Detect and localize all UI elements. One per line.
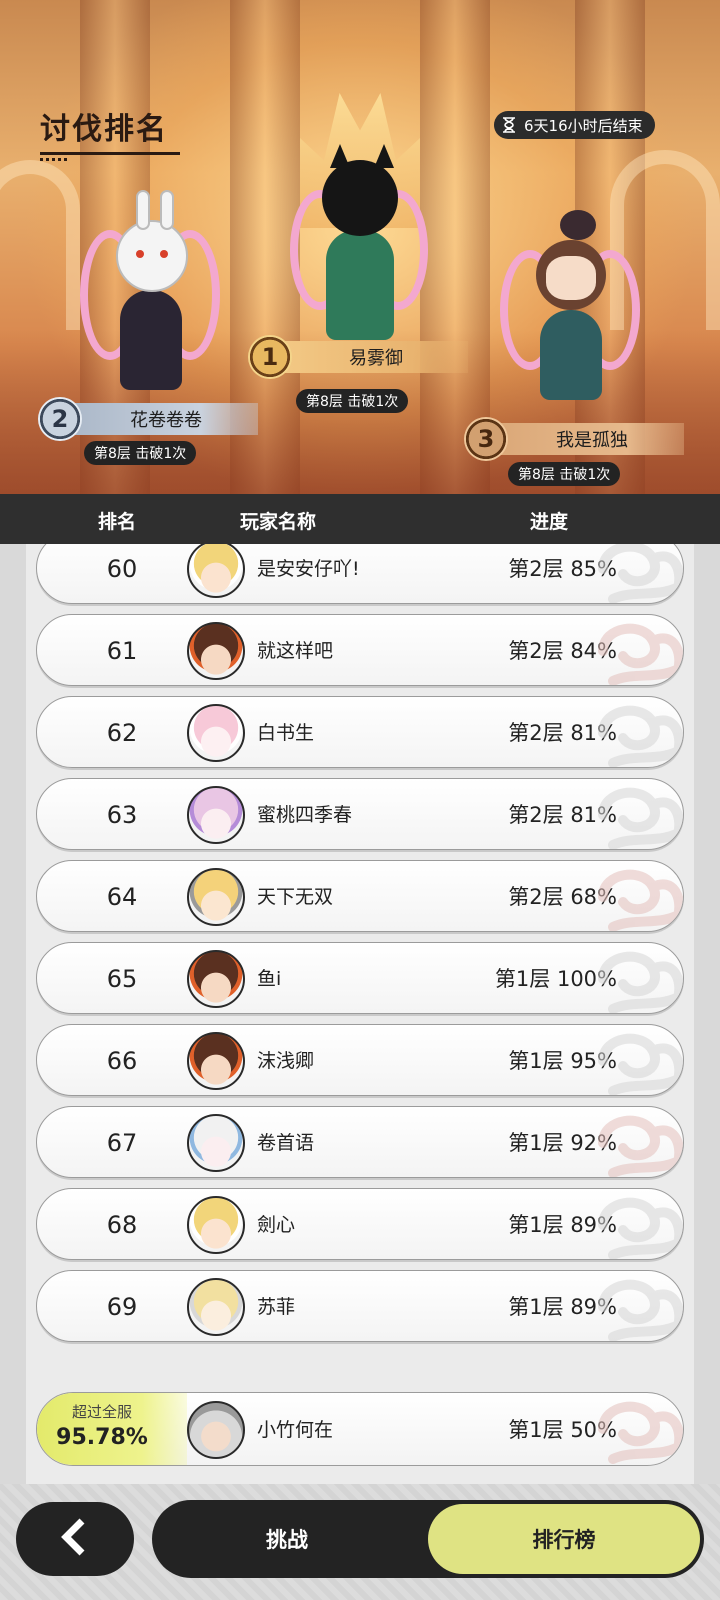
chevron-left-icon	[58, 1517, 92, 1561]
player-name: 沫浅卿	[257, 1050, 315, 1072]
percentile-label: 超过全服	[71, 1403, 132, 1421]
rank-3-badge: 3	[464, 417, 508, 461]
player-name: 就这样吧	[257, 640, 334, 662]
table-row[interactable]: 64 天下无双 第2层 68%	[36, 860, 684, 932]
row-rank: 61	[106, 637, 138, 665]
podium-progress-3: 第8层 击破1次	[508, 462, 621, 486]
player-name: 是安安仔吖!	[257, 558, 360, 580]
row-emblem-watermark	[598, 1197, 683, 1259]
table-row[interactable]: 69 苏菲 第1层 89%	[36, 1270, 684, 1342]
player-name: 蜜桃四季春	[257, 804, 353, 826]
player-name: 苏菲	[257, 1296, 296, 1318]
row-emblem-watermark	[598, 1401, 683, 1464]
table-row[interactable]: 68 劍心 第1层 89%	[36, 1188, 684, 1260]
tab-challenge[interactable]: 挑战	[152, 1504, 422, 1574]
podium-plate-1: 1 易雾御	[248, 335, 468, 379]
player-avatar[interactable]	[187, 1196, 245, 1254]
row-rank: 63	[106, 801, 138, 829]
row-rank: 64	[106, 883, 138, 911]
row-emblem-watermark	[598, 1033, 683, 1095]
player-avatar[interactable]	[187, 786, 245, 844]
podium-plate-2: 2 花卷卷卷	[38, 397, 258, 441]
player-avatar[interactable]	[187, 950, 245, 1008]
table-header: 排名 玩家名称 进度	[0, 494, 720, 544]
player-name: 白书生	[257, 722, 315, 744]
page-title-block: 讨伐排名	[40, 104, 180, 161]
my-rank-row[interactable]: 超过全服 95.78% 小竹何在 第1层 50%	[36, 1392, 684, 1466]
timer-text: 6天16小时后结束	[524, 116, 643, 135]
tab-ranking[interactable]: 排行榜	[428, 1504, 700, 1574]
player-avatar[interactable]	[187, 1032, 245, 1090]
table-row[interactable]: 63 蜜桃四季春 第2层 81%	[36, 778, 684, 850]
table-row[interactable]: 61 就这样吧 第2层 84%	[36, 614, 684, 686]
my-player-name: 小竹何在	[257, 1419, 334, 1441]
row-emblem-watermark	[598, 623, 683, 685]
leaderboard-hero: 讨伐排名 6天16小时后结束 1 易雾御 第8层 击破1次 2 花卷卷卷 第8层…	[0, 0, 720, 494]
back-button[interactable]	[16, 1502, 134, 1576]
column-header-rank: 排名	[98, 511, 137, 533]
podium-progress-1: 第8层 击破1次	[296, 389, 409, 413]
player-name: 鱼i	[257, 968, 282, 990]
row-rank: 62	[106, 719, 138, 747]
bottom-nav: 挑战 排行榜	[0, 1484, 720, 1600]
table-row[interactable]: 62 白书生 第2层 81%	[36, 696, 684, 768]
hourglass-icon	[502, 117, 516, 133]
table-row[interactable]: 67 卷首语 第1层 92%	[36, 1106, 684, 1178]
row-rank: 69	[106, 1293, 138, 1321]
rank-2-character[interactable]	[80, 190, 220, 400]
row-rank: 68	[106, 1211, 138, 1239]
column-header-progress: 进度	[530, 511, 569, 533]
player-name: 劍心	[257, 1214, 296, 1236]
event-timer: 6天16小时后结束	[494, 111, 655, 139]
player-avatar[interactable]	[187, 704, 245, 762]
podium-name-3: 我是孤独	[494, 423, 684, 455]
podium-name-1: 易雾御	[278, 341, 468, 373]
row-rank: 66	[106, 1047, 138, 1075]
column-header-player: 玩家名称	[240, 511, 317, 533]
player-name: 卷首语	[257, 1132, 315, 1154]
row-rank: 65	[106, 965, 138, 993]
ranking-list[interactable]: 60 是安安仔吖! 第2层 85% 61 就这样吧 第2层 84% 62 白书生…	[26, 544, 694, 1484]
player-avatar[interactable]	[187, 622, 245, 680]
podium-name-2: 花卷卷卷	[68, 403, 258, 435]
rank-1-badge: 1	[248, 335, 292, 379]
row-rank: 67	[106, 1129, 138, 1157]
table-row[interactable]: 60 是安安仔吖! 第2层 85%	[36, 544, 684, 604]
row-emblem-watermark	[598, 951, 683, 1013]
table-row[interactable]: 66 沫浅卿 第1层 95%	[36, 1024, 684, 1096]
row-emblem-watermark	[598, 705, 683, 767]
page-title: 讨伐排名	[40, 112, 168, 147]
player-avatar[interactable]	[187, 868, 245, 926]
my-avatar[interactable]	[187, 1401, 245, 1459]
tab-group: 挑战 排行榜	[152, 1500, 704, 1578]
percentile-value: 95.78%	[56, 1425, 148, 1450]
rank-1-character[interactable]	[290, 140, 430, 350]
row-emblem-watermark	[598, 787, 683, 849]
table-row[interactable]: 65 鱼i 第1层 100%	[36, 942, 684, 1014]
row-emblem-watermark	[598, 1279, 683, 1341]
row-emblem-watermark	[598, 869, 683, 931]
player-name: 天下无双	[257, 886, 334, 908]
podium-plate-3: 3 我是孤独	[464, 417, 684, 461]
podium-progress-2: 第8层 击破1次	[84, 441, 197, 465]
row-rank: 60	[106, 555, 138, 583]
player-avatar[interactable]	[187, 544, 245, 598]
rank-2-badge: 2	[38, 397, 82, 441]
player-avatar[interactable]	[187, 1278, 245, 1336]
title-underline	[40, 152, 180, 155]
row-emblem-watermark	[598, 544, 683, 603]
row-emblem-watermark	[598, 1115, 683, 1177]
title-dots	[40, 158, 70, 161]
player-avatar[interactable]	[187, 1114, 245, 1172]
background-arch	[0, 160, 80, 330]
rank-3-character[interactable]	[500, 210, 640, 410]
